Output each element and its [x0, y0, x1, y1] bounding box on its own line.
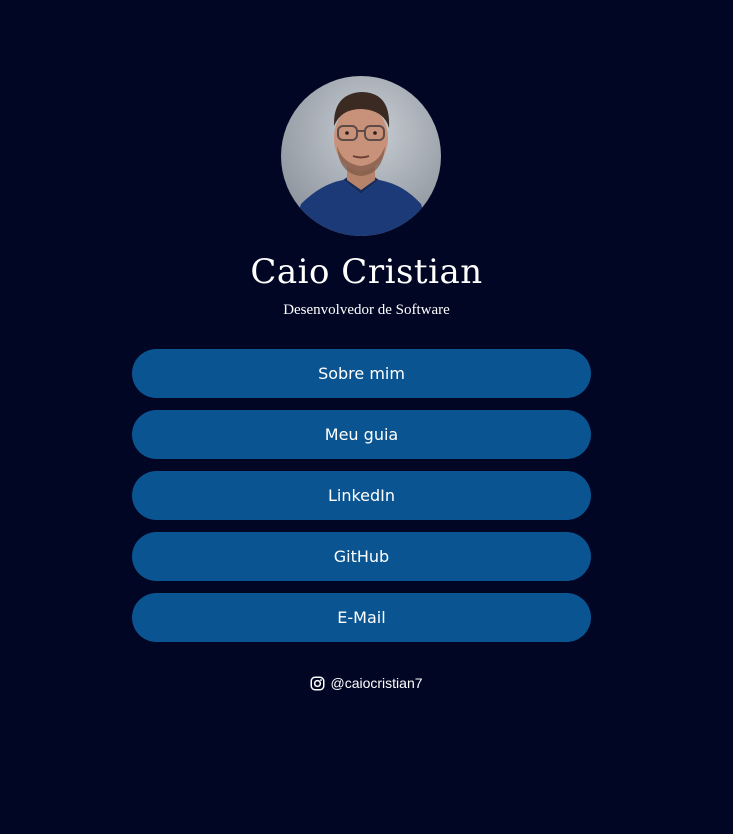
profile-avatar	[281, 76, 441, 236]
link-button-linkedin[interactable]: LinkedIn	[132, 471, 591, 520]
instagram-icon	[310, 676, 325, 691]
profile-page: Caio Cristian Desenvolvedor de Software …	[0, 0, 733, 834]
link-button-github[interactable]: GitHub	[132, 532, 591, 581]
instagram-handle: @caiocristian7	[330, 675, 423, 691]
link-button-meu-guia[interactable]: Meu guia	[132, 410, 591, 459]
profile-role: Desenvolvedor de Software	[283, 302, 450, 318]
link-button-email[interactable]: E-Mail	[132, 593, 591, 642]
link-button-sobre-mim[interactable]: Sobre mim	[132, 349, 591, 398]
link-list: Sobre mim Meu guia LinkedIn GitHub E-Mai…	[132, 349, 591, 654]
avatar-portrait	[291, 92, 431, 236]
social-section: @caiocristian7	[0, 675, 733, 694]
instagram-link[interactable]: @caiocristian7	[310, 675, 423, 691]
profile-name: Caio Cristian	[250, 252, 483, 292]
